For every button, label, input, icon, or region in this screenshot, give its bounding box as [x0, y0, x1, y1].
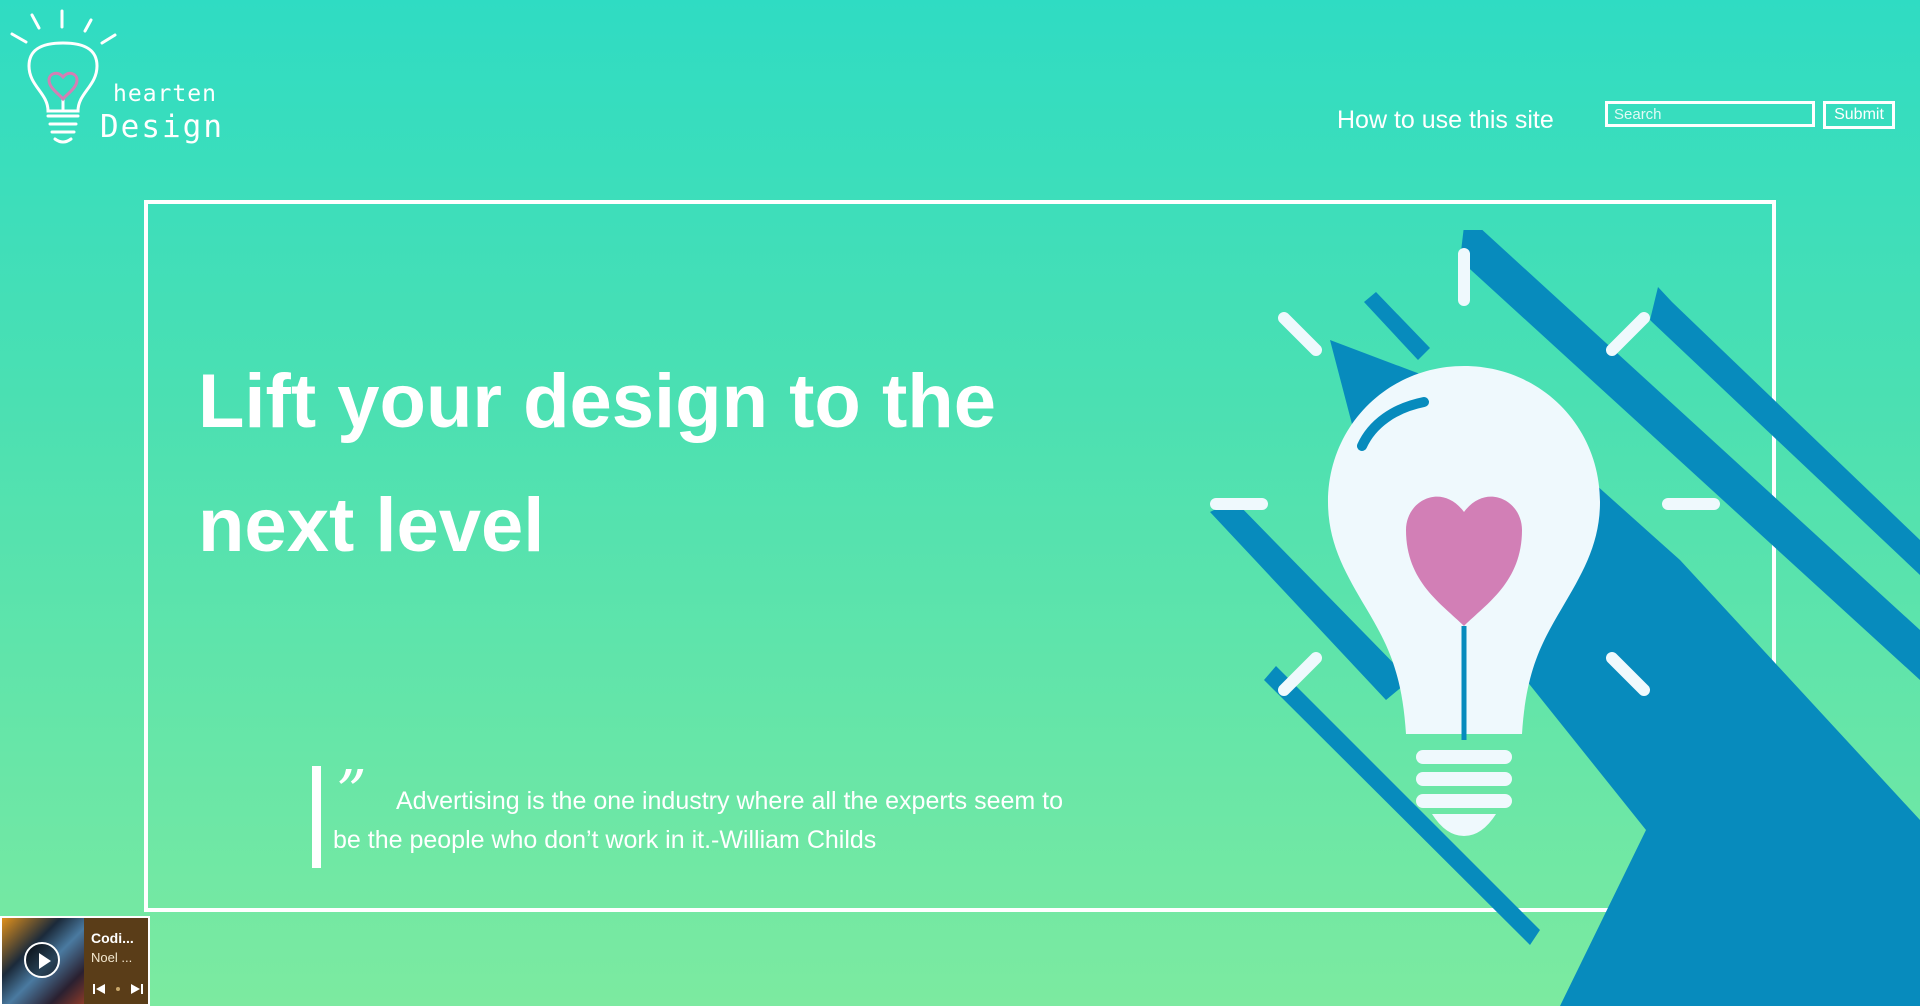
track-artist: Noel ...: [91, 950, 133, 965]
next-track-icon[interactable]: [130, 982, 144, 996]
player-controls: [92, 982, 144, 996]
quote-text: Advertising is the one industry where al…: [333, 787, 1064, 854]
hero-title: Lift your design to the next level: [198, 359, 996, 568]
search-input[interactable]: [1605, 101, 1815, 127]
play-icon[interactable]: [24, 942, 60, 978]
logo-text-design: Design: [100, 109, 224, 145]
how-to-use-link[interactable]: How to use this site: [1337, 106, 1554, 135]
quote-bar: [312, 766, 321, 868]
track-title: Codi...: [91, 930, 134, 946]
progress-dot: [116, 987, 120, 991]
submit-button[interactable]: Submit: [1823, 101, 1895, 129]
site-logo[interactable]: hearten Design: [8, 8, 223, 148]
lightbulb-heart-icon: [1210, 230, 1920, 1006]
logo-text-hearten: hearten: [113, 81, 217, 107]
previous-track-icon[interactable]: [92, 982, 106, 996]
music-player: Codi... Noel ...: [0, 916, 150, 1006]
